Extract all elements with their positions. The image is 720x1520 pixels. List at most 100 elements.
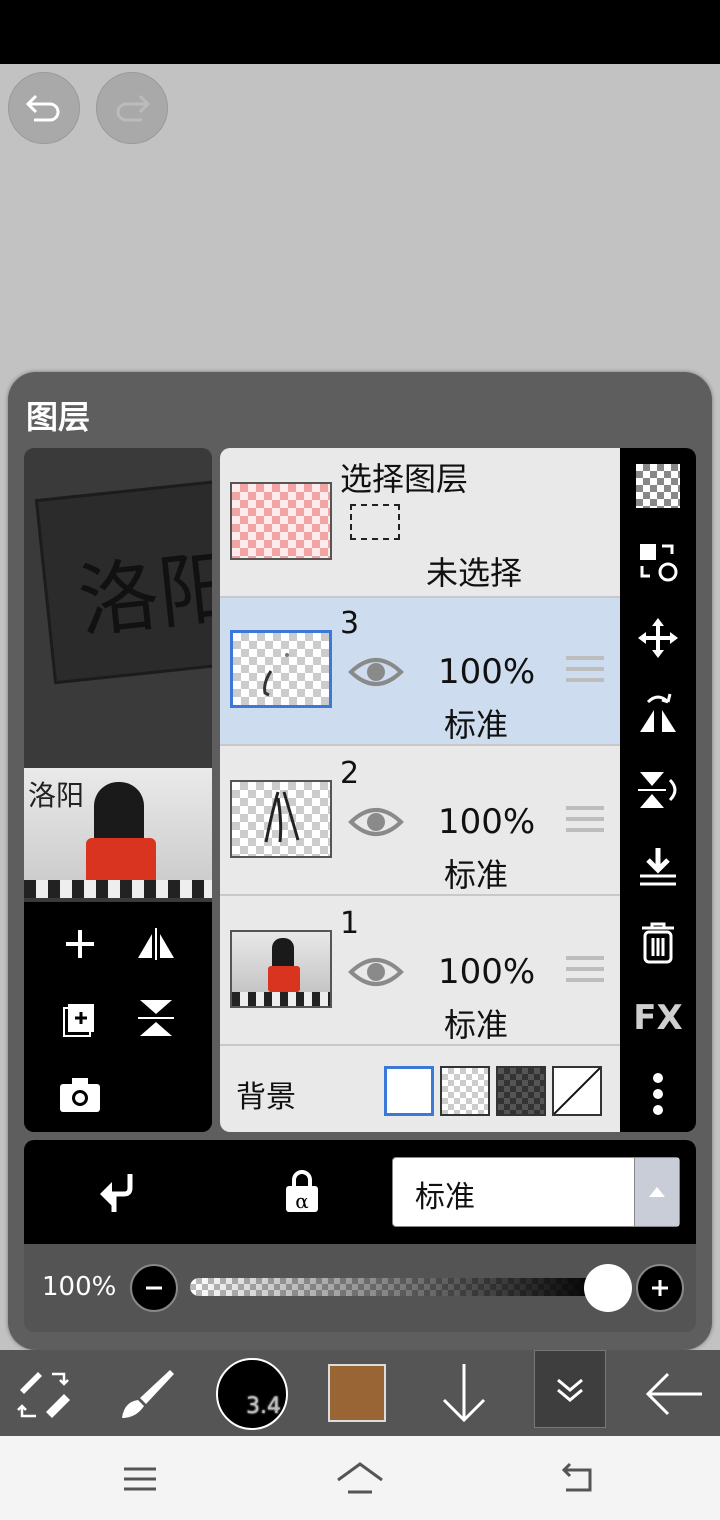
redo-icon	[116, 94, 151, 122]
fx-button[interactable]: FX	[620, 988, 696, 1048]
layer-panel: 图层 洛阳 洛阳 选择图层 未选择 3 100% 标准 2 100% 标准 1 …	[8, 372, 712, 1350]
clipping-button[interactable]	[96, 1170, 136, 1218]
more-options-button[interactable]	[620, 1064, 696, 1124]
chevron-double-down-icon	[557, 1378, 583, 1402]
flip-horizontal-icon	[640, 693, 676, 732]
fx-icon: FX	[633, 998, 683, 1038]
preview-board-text: 洛阳	[74, 539, 212, 649]
blend-bar: α 标准	[24, 1140, 696, 1244]
layer-list: 选择图层 未选择 3 100% 标准 2 100% 标准 1 100% 标准 背…	[220, 448, 620, 1132]
collapse-panel-button[interactable]	[534, 1350, 606, 1428]
alpha-lock-button[interactable]: α	[282, 1170, 322, 1218]
flip-layer-horizontal-button[interactable]	[132, 920, 180, 968]
pen-eraser-swap-icon	[17, 1372, 70, 1418]
layer-thumbnail	[230, 930, 332, 1008]
back-nav-button[interactable]	[558, 1462, 598, 1500]
layer-row[interactable]: 2 100% 标准	[220, 748, 620, 896]
selection-status: 未选择	[426, 554, 523, 592]
layer-row[interactable]: 3 100% 标准	[220, 598, 620, 746]
background-dark-swatch[interactable]	[496, 1066, 546, 1116]
panel-title: 图层	[26, 398, 91, 436]
status-bar	[0, 0, 720, 64]
layer-tools-bar: FX	[620, 448, 696, 1132]
more-icon	[653, 1073, 663, 1115]
move-button[interactable]	[620, 608, 696, 668]
system-nav-bar	[0, 1436, 720, 1520]
trash-icon	[642, 922, 674, 964]
selection-layer-title: 选择图层	[340, 460, 469, 498]
flip-vertical-button[interactable]	[620, 760, 696, 820]
flip-vertical-icon	[138, 1000, 174, 1036]
visibility-toggle[interactable]	[348, 652, 404, 696]
transform-swap-button[interactable]	[620, 532, 696, 592]
layer-thumbnail	[230, 780, 332, 858]
home-icon	[337, 1462, 383, 1494]
flip-vertical-icon	[638, 772, 677, 808]
background-transparent-swatch[interactable]	[440, 1066, 490, 1116]
menu-nav-button[interactable]	[122, 1466, 158, 1496]
redo-button[interactable]	[96, 72, 168, 144]
merge-down-icon	[640, 848, 676, 886]
opacity-increase-button[interactable]	[636, 1264, 684, 1312]
blend-mode-select[interactable]: 标准	[392, 1157, 680, 1227]
minus-icon	[146, 1286, 162, 1290]
menu-icon	[124, 1467, 156, 1491]
layer-thumbnail	[230, 630, 332, 708]
opacity-decrease-button[interactable]	[130, 1264, 178, 1312]
clipping-icon	[100, 1174, 133, 1212]
transparency-icon	[636, 464, 680, 508]
drag-handle-icon[interactable]	[566, 656, 604, 686]
layer-opacity: 100%	[438, 952, 536, 992]
background-white-swatch[interactable]	[384, 1066, 434, 1116]
undo-icon	[25, 94, 60, 122]
back-arrow-button[interactable]	[644, 1372, 704, 1420]
svg-text:α: α	[295, 1189, 309, 1213]
home-nav-button[interactable]	[334, 1458, 386, 1502]
alpha-lock-icon: α	[286, 1170, 318, 1213]
brush-size-button[interactable]: 3.4	[216, 1358, 288, 1430]
back-icon	[561, 1462, 592, 1492]
opacity-slider[interactable]	[190, 1278, 600, 1296]
layer-number: 1	[340, 906, 360, 941]
flip-layer-vertical-button[interactable]	[132, 994, 180, 1042]
delete-layer-button[interactable]	[620, 912, 696, 972]
undo-button[interactable]	[8, 72, 80, 144]
transparency-button[interactable]	[620, 456, 696, 516]
background-none-swatch[interactable]	[552, 1066, 602, 1116]
arrow-down-icon	[442, 1364, 486, 1423]
eye-icon	[348, 958, 404, 986]
visibility-toggle[interactable]	[348, 952, 404, 996]
blend-mode-value: 标准	[415, 1180, 475, 1215]
brush-icon	[122, 1370, 174, 1418]
layer-row[interactable]: 1 100% 标准	[220, 898, 620, 1046]
brush-tool-button[interactable]	[118, 1366, 178, 1426]
selection-marquee-icon	[350, 504, 400, 540]
plus-icon	[652, 1280, 668, 1296]
camera-import-button[interactable]	[56, 1070, 104, 1118]
left-controls	[24, 902, 212, 1132]
merge-down-button[interactable]	[620, 836, 696, 896]
preview-image: 洛阳	[24, 768, 212, 898]
background-row: 背景	[220, 1048, 620, 1132]
selection-layer-row[interactable]: 选择图层 未选择	[220, 448, 620, 598]
color-swatch-button[interactable]	[328, 1364, 386, 1422]
brush-size-value: 3.4	[246, 1394, 281, 1419]
layer-blend-mode: 标准	[444, 856, 509, 894]
dropdown-arrow-icon	[634, 1158, 679, 1226]
drag-handle-icon[interactable]	[566, 956, 604, 986]
opacity-slider-thumb[interactable]	[584, 1264, 632, 1312]
layer-blend-mode: 标准	[444, 1006, 509, 1044]
tool-switch-button[interactable]	[16, 1368, 72, 1424]
eye-icon	[348, 658, 404, 686]
add-layer-button[interactable]	[56, 920, 104, 968]
drag-handle-icon[interactable]	[566, 806, 604, 836]
bottom-toolbar: 3.4	[0, 1350, 720, 1436]
visibility-toggle[interactable]	[348, 802, 404, 846]
duplicate-icon	[63, 1004, 94, 1037]
plus-icon	[66, 930, 94, 958]
duplicate-layer-button[interactable]	[56, 994, 104, 1042]
layer-opacity: 100%	[438, 802, 536, 842]
flip-horizontal-button[interactable]	[620, 684, 696, 744]
download-arrow-button[interactable]	[440, 1362, 488, 1428]
transform-swap-icon	[640, 544, 678, 582]
